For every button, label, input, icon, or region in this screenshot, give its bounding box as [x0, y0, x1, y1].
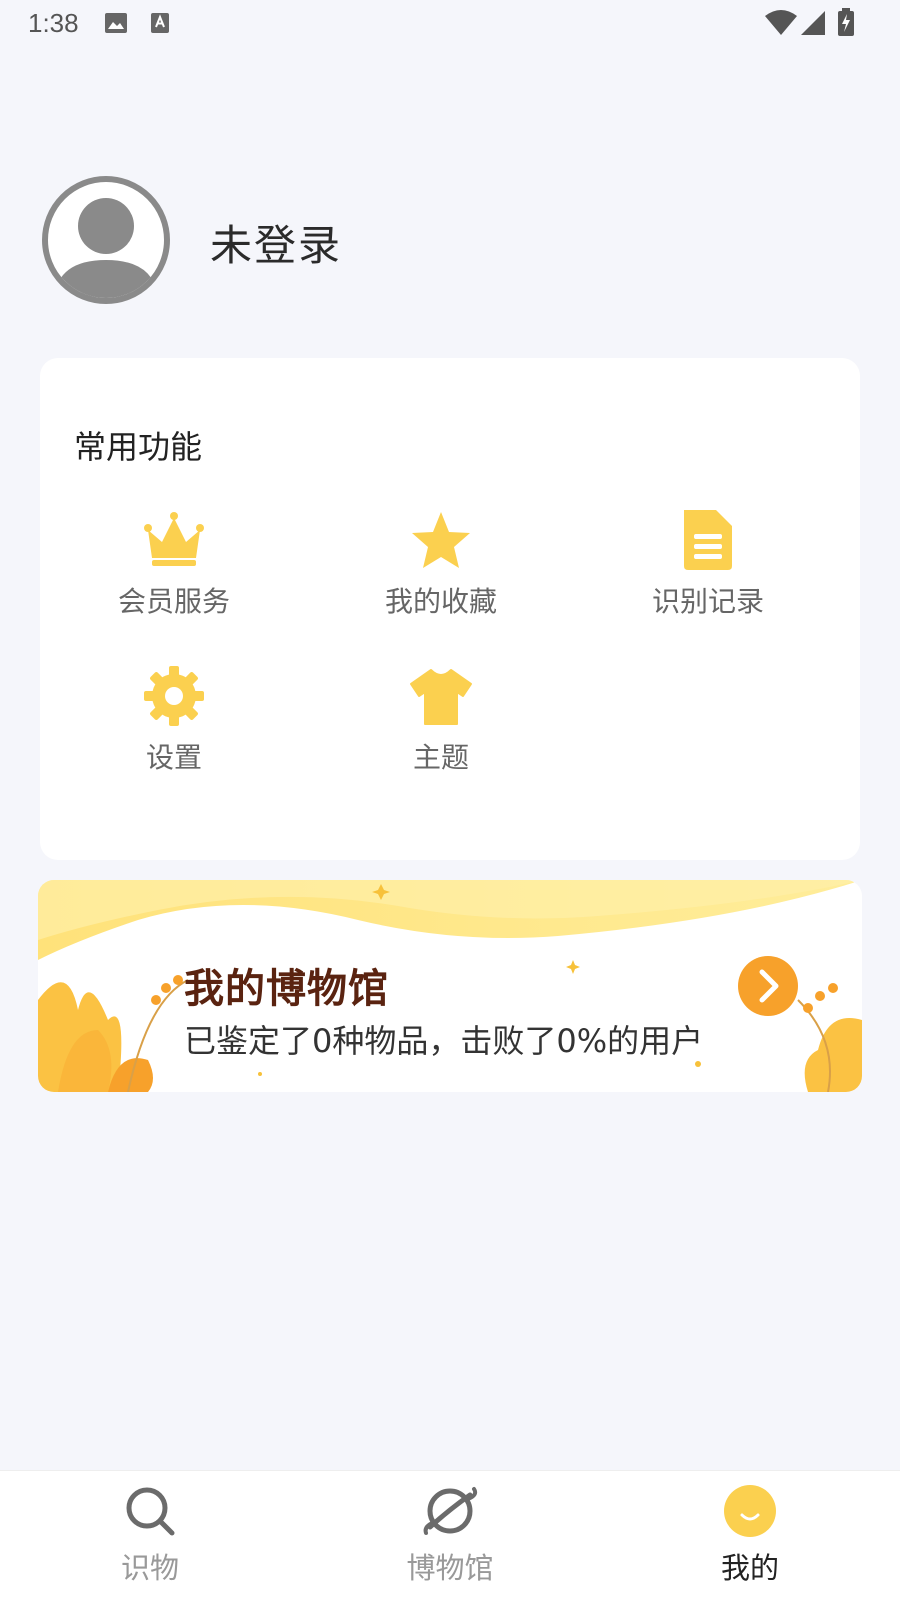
settings-button[interactable]: 设置: [84, 664, 264, 784]
my-favorites-button[interactable]: 我的收藏: [351, 508, 531, 628]
chevron-right-icon[interactable]: [738, 956, 798, 1016]
banner-subtitle: 已鉴定了0种物品，击败了0%的用户: [184, 1022, 704, 1060]
avatar[interactable]: [42, 176, 170, 304]
tab-label: 博物馆: [406, 1551, 494, 1585]
common-functions-card: 常用功能 会员服务 我的收藏 识别记录 设置 主题: [40, 358, 860, 860]
banner-title: 我的博物馆: [184, 966, 389, 1012]
tab-identify[interactable]: 识物: [0, 1471, 300, 1601]
planet-icon: [423, 1487, 478, 1535]
search-icon: [126, 1487, 175, 1536]
recognition-history-button[interactable]: 识别记录: [618, 508, 798, 628]
crown-icon: [144, 512, 204, 566]
bottom-navigation: 识物 博物馆 我的: [0, 1470, 900, 1601]
wifi-icon: [765, 10, 797, 35]
tab-mine[interactable]: 我的: [600, 1471, 900, 1601]
status-time: 1:38: [28, 8, 79, 38]
status-bar: 1:38: [0, 0, 900, 50]
func-label: 设置: [145, 741, 202, 774]
keyboard-notification-icon: [151, 13, 169, 33]
cellular-signal-icon: [801, 11, 825, 35]
star-icon: [412, 512, 470, 568]
smile-face-icon: [724, 1485, 776, 1537]
tab-label: 识物: [120, 1551, 179, 1585]
func-label: 识别记录: [651, 585, 764, 618]
section-title: 常用功能: [74, 428, 203, 466]
gear-icon: [144, 666, 204, 726]
battery-charging-icon: [838, 8, 854, 36]
func-label: 主题: [412, 741, 469, 774]
member-service-button[interactable]: 会员服务: [84, 508, 264, 628]
document-icon: [684, 510, 732, 570]
func-label: 我的收藏: [384, 585, 497, 618]
login-status[interactable]: 未登录: [210, 212, 342, 273]
image-notification-icon: [105, 13, 127, 33]
tshirt-icon: [410, 669, 472, 725]
theme-button[interactable]: 主题: [351, 664, 531, 784]
tab-museum[interactable]: 博物馆: [300, 1471, 600, 1601]
func-label: 会员服务: [117, 585, 230, 618]
my-museum-banner[interactable]: 我的博物馆 已鉴定了0种物品，击败了0%的用户: [38, 880, 862, 1092]
user-silhouette-icon: [54, 198, 158, 298]
tab-label: 我的: [720, 1551, 779, 1585]
